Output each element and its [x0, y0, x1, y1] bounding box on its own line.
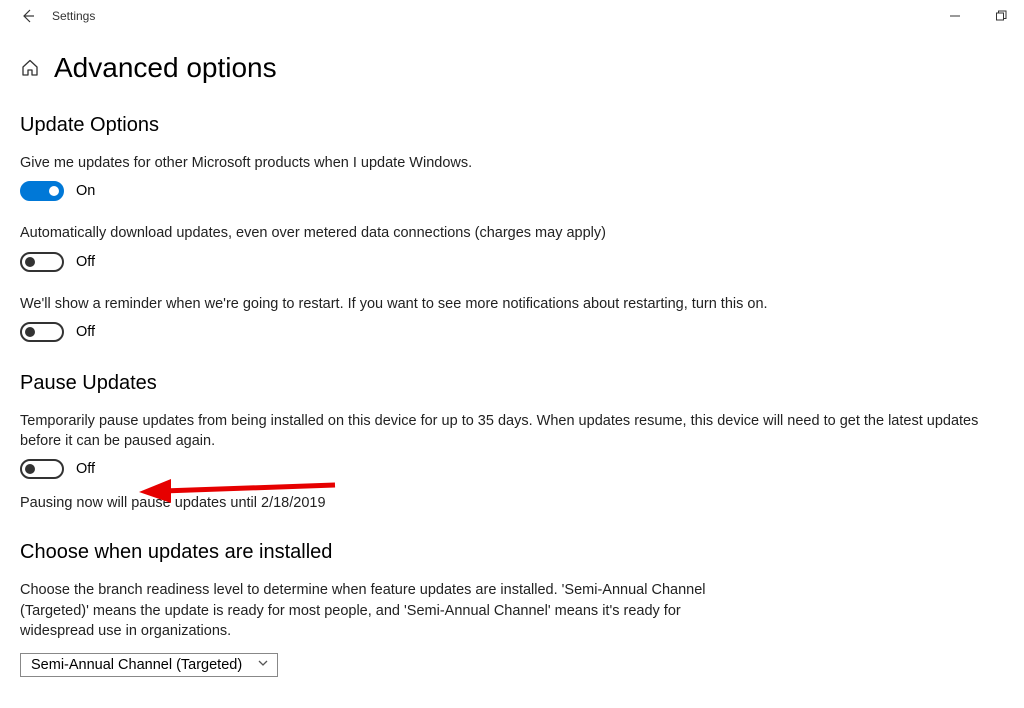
restart-reminder-text: We'll show a reminder when we're going t… — [20, 294, 1004, 314]
content: Update Options Give me updates for other… — [0, 94, 1024, 677]
maximize-button[interactable] — [978, 0, 1024, 32]
auto-download-state: Off — [76, 254, 95, 270]
choose-when-section: Choose when updates are installed Choose… — [20, 541, 1004, 677]
minimize-button[interactable] — [932, 0, 978, 32]
branch-readiness-dropdown[interactable]: Semi-Annual Channel (Targeted) — [20, 653, 278, 677]
home-icon[interactable] — [20, 58, 40, 78]
update-options-heading: Update Options — [20, 114, 1004, 137]
pause-updates-section: Pause Updates Temporarily pause updates … — [20, 372, 1004, 512]
pause-updates-toggle-row: Off — [20, 459, 1004, 479]
give-updates-text: Give me updates for other Microsoft prod… — [20, 153, 1004, 173]
update-options-section: Update Options Give me updates for other… — [20, 114, 1004, 342]
pause-updates-toggle[interactable] — [20, 459, 64, 479]
pause-updates-note: Pausing now will pause updates until 2/1… — [20, 495, 1004, 511]
back-arrow-icon — [20, 8, 36, 24]
choose-when-description: Choose the branch readiness level to det… — [20, 580, 740, 641]
pause-updates-heading: Pause Updates — [20, 372, 1004, 395]
page-title: Advanced options — [54, 52, 277, 84]
restart-reminder-toggle-row: Off — [20, 322, 1004, 342]
maximize-icon — [995, 10, 1007, 22]
branch-readiness-selected: Semi-Annual Channel (Targeted) — [31, 657, 242, 673]
choose-when-heading: Choose when updates are installed — [20, 541, 1004, 564]
titlebar: Settings — [0, 0, 1024, 32]
auto-download-text: Automatically download updates, even ove… — [20, 223, 1004, 243]
auto-download-toggle[interactable] — [20, 252, 64, 272]
chevron-down-icon — [257, 657, 269, 673]
back-button[interactable] — [8, 8, 48, 24]
give-updates-toggle[interactable] — [20, 181, 64, 201]
give-updates-state: On — [76, 183, 95, 199]
restart-reminder-state: Off — [76, 324, 95, 340]
give-updates-toggle-row: On — [20, 181, 1004, 201]
window-controls — [932, 0, 1024, 32]
restart-reminder-toggle[interactable] — [20, 322, 64, 342]
pause-updates-state: Off — [76, 461, 95, 477]
pause-updates-description: Temporarily pause updates from being ins… — [20, 411, 1004, 452]
minimize-icon — [949, 10, 961, 22]
auto-download-toggle-row: Off — [20, 252, 1004, 272]
window-title: Settings — [52, 9, 95, 23]
page-header: Advanced options — [0, 32, 1024, 94]
